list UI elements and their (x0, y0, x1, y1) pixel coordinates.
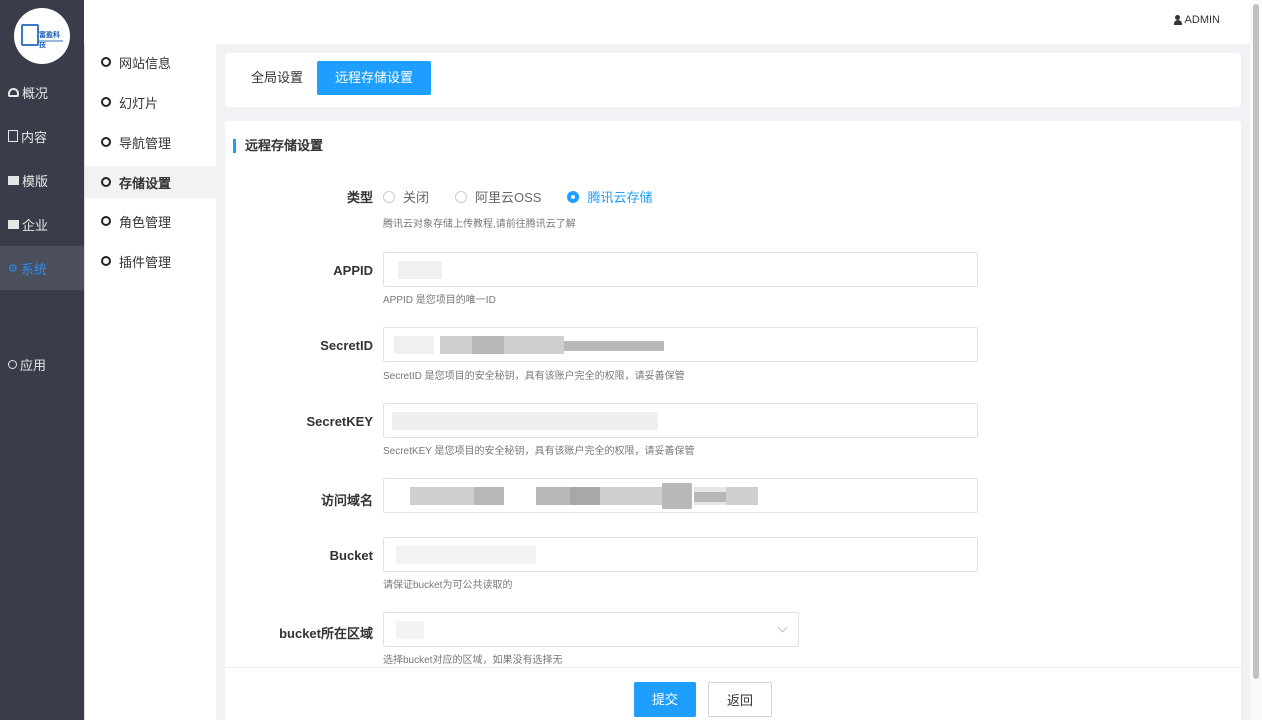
sub-item-label: 存储设置 (119, 175, 172, 191)
user-menu[interactable]: ADMIN (1173, 14, 1220, 26)
appid-input[interactable] (383, 252, 978, 287)
sub-item-label: 导航管理 (119, 135, 172, 151)
radio-circle-icon (383, 190, 395, 203)
rail-item-label: 应用 (20, 357, 47, 373)
tab-remote-storage[interactable]: 远程存储设置 (317, 61, 432, 95)
form-actions: 提交 返回 (225, 667, 1241, 720)
rail-item-enterprise[interactable]: 企业 (0, 202, 84, 246)
document-icon (8, 130, 18, 142)
scrollbar[interactable] (1250, 0, 1262, 720)
radio-label: 关闭 (403, 190, 430, 205)
circle-icon (101, 177, 111, 187)
sub-item-navigation[interactable]: 导航管理 (85, 126, 217, 158)
user-icon (1173, 15, 1182, 25)
back-button[interactable]: 返回 (708, 682, 773, 717)
submit-button[interactable]: 提交 (634, 682, 697, 717)
section-title: 远程存储设置 (233, 139, 323, 153)
logo-icon: 富盈科技 (19, 18, 65, 54)
appid-help: APPID 是您项目的唯一ID (383, 295, 496, 306)
sub-item-plugins[interactable]: 插件管理 (85, 245, 217, 277)
template-icon (8, 175, 19, 185)
sub-item-slides[interactable]: 幻灯片 (85, 86, 217, 118)
radio-circle-icon (455, 190, 468, 203)
gear-icon: ⚙ (8, 262, 18, 275)
sub-item-storage[interactable]: 存储设置 (85, 166, 217, 198)
region-label: bucket所在区域 (279, 626, 373, 641)
radio-label: 阿里云OSS (475, 190, 542, 205)
tabs-bar: 全局设置 远程存储设置 (225, 53, 1241, 107)
rail-item-content[interactable]: 内容 (0, 114, 84, 158)
region-select[interactable] (383, 612, 799, 647)
rail-item-overview[interactable]: 概况 (0, 70, 84, 114)
rail-item-label: 企业 (22, 217, 49, 233)
dashboard-icon (8, 87, 19, 97)
circle-icon (101, 57, 111, 67)
secret-id-label: SecretID (320, 338, 373, 353)
rail-item-system[interactable]: ⚙ 系统 (0, 246, 84, 290)
enterprise-icon (8, 219, 19, 229)
sub-item-label: 幻灯片 (119, 95, 159, 111)
sub-item-label: 网站信息 (119, 55, 172, 71)
chevron-down-icon (777, 622, 788, 633)
region-help: 选择bucket对应的区域，如果没有选择无 (383, 655, 563, 666)
secret-key-label: SecretKEY (306, 414, 373, 429)
main-nav-rail: 富盈科技 概况 内容 模版 企业 ⚙ 系统 应用 (0, 0, 84, 720)
sub-item-label: 插件管理 (119, 254, 172, 270)
rail-item-template[interactable]: 模版 (0, 158, 84, 202)
secret-id-help: SecretID 是您项目的安全秘钥，具有该账户完全的权限，请妥善保管 (383, 371, 685, 382)
ring-icon (8, 359, 17, 369)
bucket-help: 请保证bucket为可公共读取的 (383, 580, 513, 591)
rail-item-label: 概况 (22, 85, 49, 101)
bucket-input[interactable] (383, 537, 978, 572)
type-help: 腾讯云对象存储上传教程,请前往腾讯云了解 (383, 219, 576, 230)
sub-item-site-info[interactable]: 网站信息 (85, 46, 217, 78)
circle-icon (101, 137, 111, 147)
domain-label: 访问域名 (320, 493, 373, 508)
domain-input[interactable] (383, 478, 978, 513)
type-radio-group: 关闭 阿里云OSS 腾讯云存储 (383, 187, 679, 206)
radio-label: 腾讯云存储 (587, 190, 653, 205)
sub-nav: 网站信息 幻灯片 导航管理 存储设置 角色管理 插件管理 (84, 44, 217, 720)
secret-id-input[interactable] (383, 327, 978, 362)
user-label: ADMIN (1184, 14, 1220, 26)
circle-icon (101, 97, 111, 107)
sub-item-label: 角色管理 (119, 214, 172, 230)
appid-label: APPID (333, 263, 373, 278)
bucket-label: Bucket (329, 548, 373, 563)
logo[interactable]: 富盈科技 (14, 8, 70, 64)
radio-checked-icon (567, 190, 580, 203)
sub-item-roles[interactable]: 角色管理 (85, 205, 217, 237)
circle-icon (101, 256, 111, 266)
tab-global-settings[interactable]: 全局设置 (233, 61, 321, 95)
rail-item-label: 系统 (20, 261, 47, 277)
radio-aliyun-oss[interactable]: 阿里云OSS (455, 187, 541, 206)
rail-item-label: 内容 (21, 129, 48, 145)
rail-item-apps[interactable]: 应用 (0, 342, 84, 386)
circle-icon (101, 216, 111, 226)
rail-item-label: 模版 (22, 173, 49, 189)
top-header: ADMIN (84, 0, 1250, 44)
radio-tencent-cos[interactable]: 腾讯云存储 (567, 187, 653, 206)
storage-form: 远程存储设置 类型 关闭 阿里云OSS 腾讯云存储 腾讯云对象存储上传教程,请前… (225, 121, 1241, 681)
type-label: 类型 (346, 190, 373, 205)
secret-key-help: SecretKEY 是您项目的安全秘钥，具有该账户完全的权限，请妥善保管 (383, 446, 695, 457)
scrollbar-thumb[interactable] (1253, 4, 1259, 679)
radio-off[interactable]: 关闭 (383, 187, 429, 206)
secret-key-input[interactable] (383, 403, 978, 438)
